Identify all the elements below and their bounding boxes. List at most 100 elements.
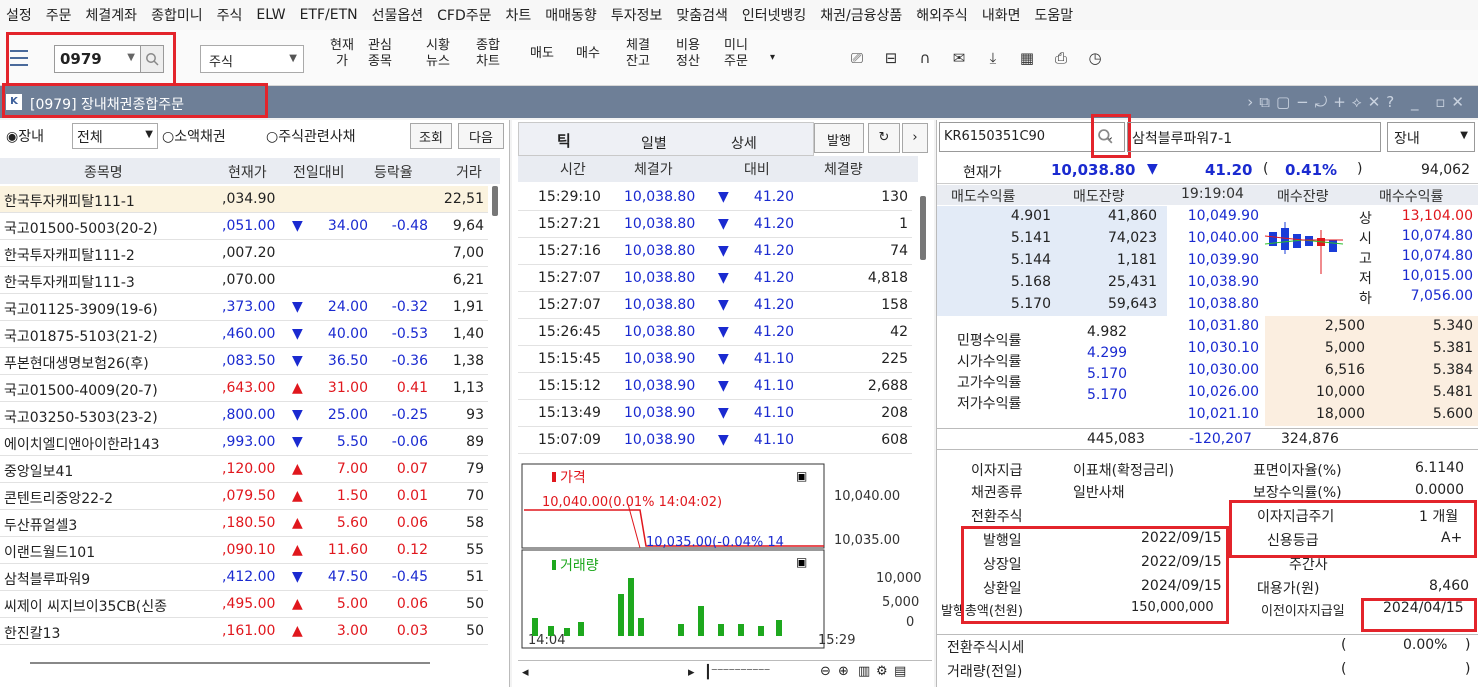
scroll-left-icon[interactable]: ◂ bbox=[522, 665, 529, 680]
tab-tick[interactable]: 틱 bbox=[557, 130, 571, 151]
hamburger-menu-icon[interactable] bbox=[10, 50, 28, 66]
toolbar-button[interactable]: 관심 종목 bbox=[368, 38, 392, 70]
bond-row[interactable]: 국고01125-3909(19-6) ,373.00 ▼ 24.00 -0.32 1,91 bbox=[0, 294, 488, 321]
list-scrollbar[interactable] bbox=[492, 186, 498, 216]
menu-item[interactable]: 설정 bbox=[6, 5, 32, 25]
menu-item[interactable]: 도움말 bbox=[1034, 5, 1073, 25]
trade-scrollbar[interactable] bbox=[920, 196, 926, 260]
bid-row[interactable]: 10,031.80 2,500 5.340 bbox=[1137, 316, 1478, 338]
bond-row[interactable]: 콘텐트리중앙22-2 ,079.50 ▲ 1.50 0.01 70 bbox=[0, 483, 488, 510]
zoom-slider[interactable]: ┃⁻⁻⁻⁻⁻⁻⁻⁻⁻⁻ bbox=[704, 665, 770, 680]
menu-item[interactable]: 주문 bbox=[46, 5, 72, 25]
menu-item[interactable]: 맞춤검색 bbox=[676, 5, 728, 25]
settings-icon[interactable]: ⚙ bbox=[876, 664, 888, 679]
list-icon[interactable]: ▤ bbox=[894, 664, 906, 679]
tab-daily[interactable]: 일별 bbox=[641, 133, 667, 153]
radio-listed[interactable]: ◉장내 bbox=[6, 126, 44, 146]
bond-row[interactable]: 국고01875-5103(21-2) ,460.00 ▼ 40.00 -0.53 1,40 bbox=[0, 321, 488, 348]
trade-row[interactable]: 15:15:45 10,038.90 ▼ 41.10 225 bbox=[518, 346, 912, 373]
expand-arrow-icon[interactable]: › bbox=[902, 123, 928, 153]
bond-row[interactable]: 국고03250-5303(23-2) ,800.00 ▼ 25.00 -0.25 93 bbox=[0, 402, 488, 429]
zoom-in-icon[interactable]: ⊕ bbox=[838, 664, 849, 679]
bond-row[interactable]: 두산퓨얼셀3 ,180.50 ▲ 5.60 0.06 58 bbox=[0, 510, 488, 537]
search-icon[interactable] bbox=[1097, 128, 1117, 148]
bond-row[interactable]: 국고01500-4009(20-7) ,643.00 ▲ 31.00 0.41 1,13 bbox=[0, 375, 488, 402]
trade-row[interactable]: 15:26:45 10,038.80 ▼ 41.20 42 bbox=[518, 319, 912, 346]
menu-item[interactable]: CFD주문 bbox=[437, 5, 491, 25]
menu-item[interactable]: 매매동향 bbox=[545, 5, 597, 25]
trade-row[interactable]: 15:27:21 10,038.80 ▼ 41.20 1 bbox=[518, 211, 912, 238]
next-button[interactable]: 다음 bbox=[458, 123, 504, 149]
bid-row[interactable]: 10,030.00 6,516 5.384 bbox=[1137, 360, 1478, 382]
horizontal-scrollbar[interactable] bbox=[30, 662, 430, 664]
zoom-out-icon[interactable]: ⊖ bbox=[820, 664, 831, 679]
monitor-icon[interactable]: ⎚ bbox=[848, 49, 866, 67]
toolbar-button[interactable]: 미니 주문 bbox=[724, 38, 748, 70]
menu-item[interactable]: 종합미니 bbox=[151, 5, 203, 25]
headset-icon[interactable]: ∩ bbox=[916, 49, 934, 67]
bid-row[interactable]: 10,026.00 10,000 5.481 bbox=[1137, 382, 1478, 404]
bond-row[interactable]: 삼척블루파워9 ,412.00 ▼ 47.50 -0.45 51 bbox=[0, 564, 488, 591]
toolbar-button[interactable]: 현재 가 bbox=[330, 38, 354, 70]
chevron-down-icon[interactable]: ▼ bbox=[127, 52, 135, 63]
bar-chart-icon[interactable]: ▥ bbox=[858, 664, 870, 679]
trade-row[interactable]: 15:13:49 10,038.90 ▼ 41.10 208 bbox=[518, 400, 912, 427]
trade-row[interactable]: 15:27:07 10,038.80 ▼ 41.20 4,818 bbox=[518, 265, 912, 292]
toolbar-button[interactable]: 체결 잔고 bbox=[626, 38, 650, 70]
toolbar-button[interactable]: 비용 정산 bbox=[676, 38, 700, 70]
bond-row[interactable]: 에이치엘디앤아이한라143 ,993.00 ▼ 5.50 -0.06 89 bbox=[0, 429, 488, 456]
clock-icon[interactable]: ◷ bbox=[1086, 49, 1104, 67]
menu-item[interactable]: 체결계좌 bbox=[86, 5, 138, 25]
bond-row[interactable]: 한국투자캐피탈111-2 ,007.20 7,00 bbox=[0, 240, 488, 267]
trade-row[interactable]: 15:27:16 10,038.80 ▼ 41.20 74 bbox=[518, 238, 912, 265]
bond-row[interactable]: 중앙일보41 ,120.00 ▲ 7.00 0.07 79 bbox=[0, 456, 488, 483]
tab-detail[interactable]: 상세 bbox=[731, 133, 757, 153]
toolbar-button[interactable]: 종합 차트 bbox=[476, 38, 500, 70]
refresh-icon[interactable]: ↻ bbox=[868, 123, 900, 153]
menu-item[interactable]: 차트 bbox=[506, 5, 532, 25]
mail-icon[interactable]: ✉ bbox=[950, 49, 968, 67]
chevron-down-icon[interactable]: ▾ bbox=[770, 50, 775, 66]
bond-row[interactable]: 이랜드월드101 ,090.10 ▲ 11.60 0.12 55 bbox=[0, 537, 488, 564]
filter-select[interactable]: 전체 ▼ bbox=[72, 123, 158, 149]
screen-code-input[interactable]: 0979 ▼ bbox=[54, 45, 142, 73]
bond-row[interactable]: 푸본현대생명보험26(후) ,083.50 ▼ 36.50 -0.36 1,38 bbox=[0, 348, 488, 375]
trade-row[interactable]: 15:29:10 10,038.80 ▼ 41.20 130 bbox=[518, 184, 912, 211]
bond-row[interactable]: 한국투자캐피탈111-3 ,070.00 6,21 bbox=[0, 267, 488, 294]
trade-row[interactable]: 15:07:09 10,038.90 ▼ 41.10 608 bbox=[518, 427, 912, 454]
menu-item[interactable]: 인터넷뱅킹 bbox=[742, 5, 806, 25]
radio-equity-linked[interactable]: ○주식관련사채 bbox=[266, 126, 356, 146]
bond-row[interactable]: 한진칼13 ,161.00 ▲ 3.00 0.03 50 bbox=[0, 618, 488, 645]
bid-row[interactable]: 10,021.10 18,000 5.600 bbox=[1137, 404, 1478, 426]
menu-item[interactable]: 투자정보 bbox=[611, 5, 663, 25]
screen-icon[interactable]: ⊟ bbox=[882, 49, 900, 67]
query-button[interactable]: 조회 bbox=[410, 123, 452, 149]
toolbar-button[interactable]: 매도 bbox=[530, 46, 554, 62]
menu-item[interactable]: 주식 bbox=[217, 5, 243, 25]
scroll-right-icon[interactable]: ▸ bbox=[688, 665, 695, 680]
menu-item[interactable]: 내화면 bbox=[982, 5, 1021, 25]
radio-small[interactable]: ○소액채권 bbox=[162, 126, 226, 146]
issue-button[interactable]: 발행 bbox=[814, 123, 864, 153]
down-arrow-icon: ▼ bbox=[718, 297, 729, 313]
market-select[interactable]: 장내 ▼ bbox=[1387, 122, 1475, 152]
market-select[interactable]: 주식 ▼ bbox=[200, 45, 304, 73]
toolbar-button[interactable]: 매수 bbox=[576, 46, 600, 62]
bid-row[interactable]: 10,030.10 5,000 5.381 bbox=[1137, 338, 1478, 360]
menu-item[interactable]: ELW bbox=[256, 7, 285, 23]
window-controls[interactable]: ›⧉▢−⤾+⟡✕? _ ▫✕ bbox=[1247, 93, 1470, 111]
menu-item[interactable]: ETF/ETN bbox=[300, 7, 358, 23]
search-icon[interactable] bbox=[140, 45, 164, 73]
menu-item[interactable]: 채권/금융상품 bbox=[820, 5, 902, 25]
print-icon[interactable]: ⎙ bbox=[1052, 49, 1070, 67]
calculator-icon[interactable]: ▦ bbox=[1018, 49, 1036, 67]
toolbar-button[interactable]: 시황 뉴스 bbox=[426, 38, 450, 70]
download-icon[interactable]: ⤓ bbox=[984, 49, 1002, 67]
bond-row[interactable]: 국고01500-5003(20-2) ,051.00 ▼ 34.00 -0.48 9,64 bbox=[0, 213, 488, 240]
trade-row[interactable]: 15:15:12 10,038.90 ▼ 41.10 2,688 bbox=[518, 373, 912, 400]
menu-item[interactable]: 해외주식 bbox=[916, 5, 968, 25]
bond-row[interactable]: 한국투자캐피탈111-1 ,034.90 22,51 bbox=[0, 186, 488, 213]
bond-row[interactable]: 씨제이 씨지브이35CB(신종 ,495.00 ▲ 5.00 0.06 50 bbox=[0, 591, 488, 618]
menu-item[interactable]: 선물옵션 bbox=[372, 5, 424, 25]
trade-row[interactable]: 15:27:07 10,038.80 ▼ 41.20 158 bbox=[518, 292, 912, 319]
